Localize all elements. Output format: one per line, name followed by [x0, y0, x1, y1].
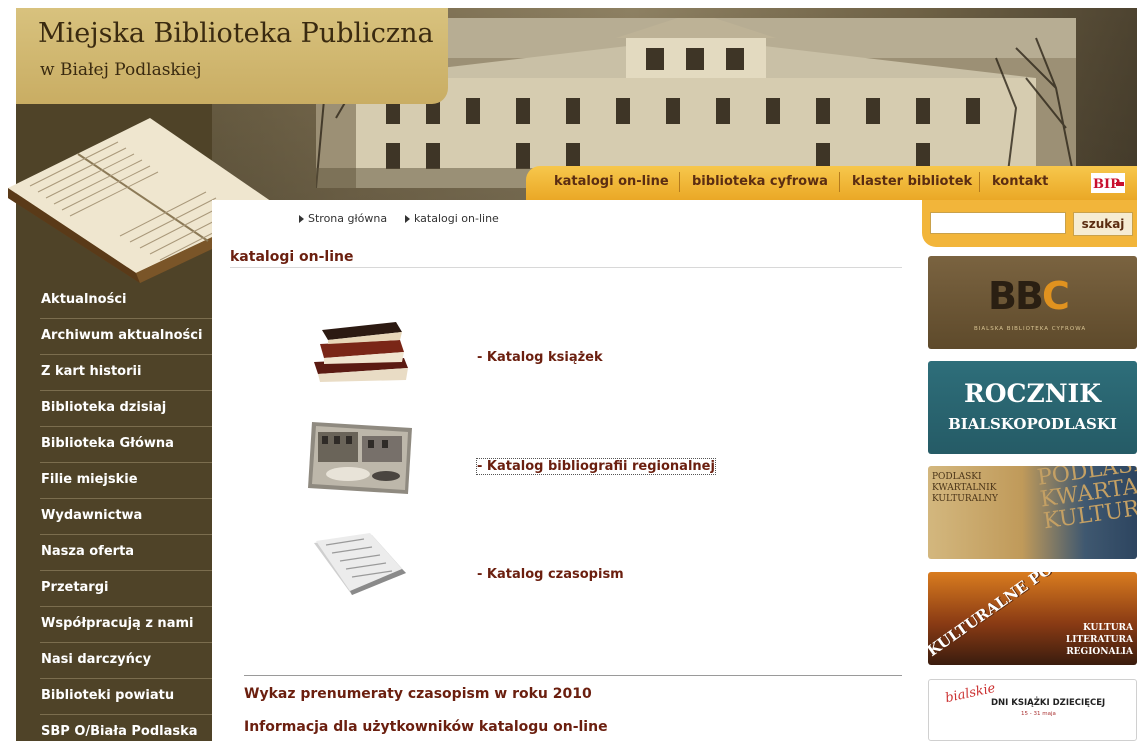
nav-separator [679, 172, 680, 192]
old-street-photo-icon[interactable] [308, 418, 414, 494]
sidebar-item-filie-miejskie[interactable]: Filie miejskie [16, 462, 212, 498]
pkk-cover-text: PODLASKI KWARTALNIK KULTURALNY [1035, 466, 1137, 535]
sidebar-item-sbp[interactable]: SBP O/Biała Podlaska [16, 714, 212, 750]
page: Miejska Biblioteka Publiczna w Białej Po… [0, 0, 1137, 741]
breadcrumb-home[interactable]: Strona główna [308, 212, 387, 225]
search-button[interactable]: szukaj [1073, 212, 1133, 236]
breadcrumb-arrow-icon [299, 215, 304, 223]
sidebar-item-label: Współpracują z nami [41, 616, 194, 631]
link-informacja-katalog[interactable]: Informacja dla użytkowników katalogu on-… [244, 719, 608, 735]
sidebar-item-label: Biblioteki powiatu [41, 688, 175, 703]
bbc-logo-c: C [1041, 274, 1070, 318]
newspaper-icon[interactable] [312, 533, 408, 597]
banner-bbc[interactable]: BBC BIALSKA BIBLIOTEKA CYFROWA [928, 256, 1137, 349]
sidebar-item-label: Filie miejskie [41, 472, 138, 487]
page-title: katalogi on-line [230, 249, 354, 265]
sidebar-item-label: Aktualności [41, 292, 127, 307]
banner-rocznik[interactable]: ROCZNIK BIALSKOPODLASKI [928, 361, 1137, 454]
sidebar-item-biblioteka-dzisiaj[interactable]: Biblioteka dzisiaj [16, 390, 212, 426]
site-title-box: Miejska Biblioteka Publiczna w Białej Po… [16, 8, 448, 104]
link-wykaz-prenumeraty[interactable]: Wykaz prenumeraty czasopism w roku 2010 [244, 686, 592, 702]
sidebar-item-nasza-oferta[interactable]: Nasza oferta [16, 534, 212, 570]
sidebar-item-wspolpracuja[interactable]: Współpracują z nami [16, 606, 212, 642]
banner-dni-ksiazki[interactable]: bialskie DNI KSIĄŻKI DZIECIĘCEJ 15 - 31 … [928, 679, 1137, 741]
site-subtitle: w Białej Podlaskiej [40, 60, 202, 80]
bip-logo-icon[interactable]: BIP [1091, 173, 1125, 193]
bbc-logo-b: BB [988, 274, 1044, 318]
sidebar-item-archiwum[interactable]: Archiwum aktualności [16, 318, 212, 354]
sidebar-item-label: Przetargi [41, 580, 109, 595]
rocznik-title: ROCZNIK [964, 379, 1101, 408]
pkk-cover-line: PODLASKI KWARTALNIK KULTURALNY [1035, 466, 1137, 535]
sidebar-item-aktualnosci[interactable]: Aktualności [16, 282, 212, 318]
sidebar-item-label: Nasza oferta [41, 544, 135, 559]
banner-kulturalne-podlasie[interactable]: KULTURALNE PODLASIE KULTURA LITERATURA R… [928, 572, 1137, 665]
sidebar-item-przetargi[interactable]: Przetargi [16, 570, 212, 606]
pkk-line: KULTURALNY [932, 494, 998, 504]
content-divider [244, 675, 902, 676]
top-navigation: katalogi on-line biblioteka cyfrowa klas… [526, 166, 1137, 200]
catalog-link-ksiazek[interactable]: - Katalog książek [477, 350, 603, 365]
sidebar-item-biblioteka-glowna[interactable]: Biblioteka Główna [16, 426, 212, 462]
books-stack-icon[interactable] [308, 318, 412, 384]
sidebar-item-z-kart-historii[interactable]: Z kart historii [16, 354, 212, 390]
sidebar-item-wydawnictwa[interactable]: Wydawnictwa [16, 498, 212, 534]
sidebar-item-label: SBP O/Biała Podlaska [41, 724, 198, 739]
dni-script-text: bialskie [943, 680, 997, 707]
kult-line: REGIONALIA [1066, 647, 1133, 657]
pkk-line: PODLASKI [932, 472, 982, 482]
nav-kontakt[interactable]: kontakt [992, 174, 1048, 189]
pkk-title: PODLASKI KWARTALNIK KULTURALNY [932, 472, 1012, 505]
kult-line: LITERATURA [1065, 635, 1133, 645]
sidebar-item-label: Biblioteka Główna [41, 436, 174, 451]
rocznik-subtitle: BIALSKOPODLASKI [948, 415, 1117, 433]
nav-separator [979, 172, 980, 192]
banner-podlaski-kwartalnik[interactable]: PODLASKI KWARTALNIK KULTURALNY PODLASKI … [928, 466, 1137, 559]
sidebar-item-label: Z kart historii [41, 364, 142, 379]
kult-line: KULTURA [1083, 623, 1133, 633]
sidebar-item-label: Biblioteka dzisiaj [41, 400, 167, 415]
sidebar-item-biblioteki-powiatu[interactable]: Biblioteki powiatu [16, 678, 212, 714]
search-input[interactable] [930, 212, 1066, 234]
sidebar-item-label: Archiwum aktualności [41, 328, 203, 343]
kult-subtitle: KULTURA LITERATURA REGIONALIA [1066, 622, 1133, 658]
dni-title: DNI KSIĄŻKI DZIECIĘCEJ [991, 698, 1106, 708]
breadcrumb-current[interactable]: katalogi on-line [414, 212, 499, 225]
sidebar-item-darczyncy[interactable]: Nasi darczyńcy [16, 642, 212, 678]
dni-dates: 15 - 31 maja [1021, 711, 1056, 717]
site-title: Miejska Biblioteka Publiczna [38, 18, 434, 49]
nav-biblioteka-cyfrowa[interactable]: biblioteka cyfrowa [692, 174, 828, 189]
bbc-subtitle: BIALSKA BIBLIOTEKA CYFROWA [974, 326, 1087, 332]
nav-separator [839, 172, 840, 192]
bbc-logo: BBC [988, 274, 1070, 318]
nav-klaster-bibliotek[interactable]: klaster bibliotek [852, 174, 972, 189]
pkk-line: KWARTALNIK [932, 483, 997, 493]
nav-katalogi-online[interactable]: katalogi on-line [554, 174, 669, 189]
catalog-link-bibliografii[interactable]: - Katalog bibliografii regionalnej [476, 458, 716, 475]
sidebar-item-label: Wydawnictwa [41, 508, 143, 523]
catalog-link-czasopism[interactable]: - Katalog czasopism [477, 567, 624, 582]
sidebar-item-label: Nasi darczyńcy [41, 652, 152, 667]
breadcrumb-arrow-icon [405, 215, 410, 223]
heading-divider [230, 267, 902, 268]
